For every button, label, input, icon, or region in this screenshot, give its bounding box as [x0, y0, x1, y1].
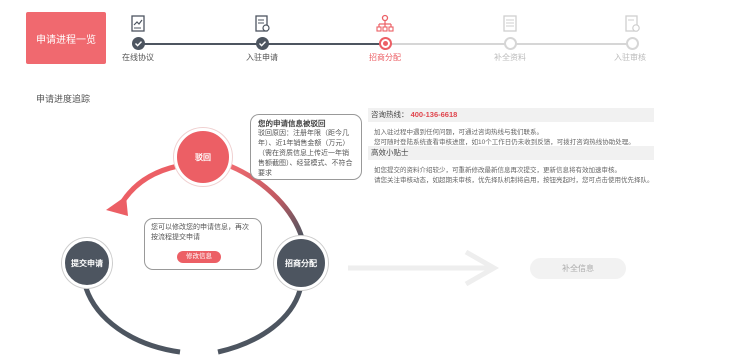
modify-bubble-body: 您可以修改您的申请信息，再次按流程提交申请 — [151, 224, 249, 241]
reject-bubble-body: 驳回原因：注册年限（距今几年）、近1年销售金额（万元）（需在资质信息上传近一年销… — [258, 130, 353, 177]
modify-info-bubble: 您可以修改您的申请信息，再次按流程提交申请 修改信息 — [144, 218, 262, 270]
flow-ring — [83, 163, 500, 355]
reject-reason-bubble: 您的申请信息被驳回 驳回原因：注册年限（距今几年）、近1年销售金额（万元）（需在… — [250, 114, 362, 180]
reject-bubble-title: 您的申请信息被驳回 — [258, 119, 326, 128]
complete-info-button[interactable]: 补全信息 — [530, 258, 626, 279]
node-assign: 招商分配 — [274, 236, 328, 290]
modify-info-button[interactable]: 修改信息 — [177, 251, 221, 263]
left-arrow-icon — [106, 196, 128, 216]
node-submit: 提交申请 — [62, 238, 112, 288]
node-reject: 驳回 — [174, 128, 232, 186]
